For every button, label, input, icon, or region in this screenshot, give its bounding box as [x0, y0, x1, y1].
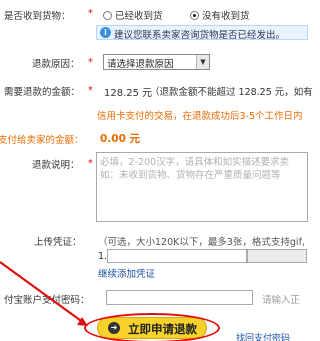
- annotation-arrow: [0, 261, 88, 326]
